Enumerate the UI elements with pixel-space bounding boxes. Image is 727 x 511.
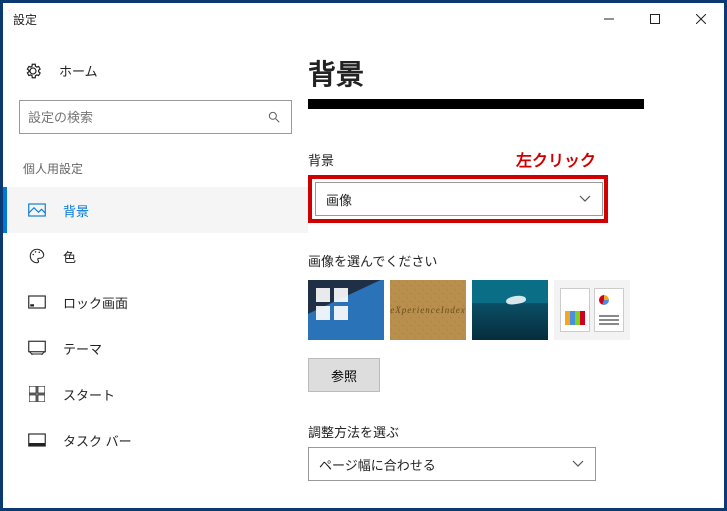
sidebar-section-label: 個人用設定 [3, 152, 308, 187]
close-button[interactable] [678, 3, 724, 35]
background-field-label: 背景 [308, 150, 334, 169]
home-button[interactable]: ホーム [3, 55, 308, 86]
fit-method-label: 調整方法を選ぶ [308, 422, 700, 441]
chart-sheet-icon [594, 288, 624, 332]
sidebar-item-label: 色 [63, 247, 76, 266]
sidebar-item-color[interactable]: 色 [3, 233, 308, 279]
sidebar-item-label: 背景 [63, 201, 89, 220]
maximize-button[interactable] [632, 3, 678, 35]
settings-search[interactable] [19, 100, 292, 134]
maximize-icon [650, 14, 660, 24]
chart-sheet-icon [560, 288, 590, 332]
search-icon [265, 110, 283, 124]
sidebar: ホーム 個人用設定 背景 色 [3, 35, 308, 508]
sidebar-item-start[interactable]: スタート [3, 371, 308, 417]
wallpaper-thumb-ocean[interactable] [472, 280, 548, 340]
wallpaper-thumb-cork[interactable]: eXperienceIndex [390, 280, 466, 340]
background-type-dropdown[interactable]: 画像 [315, 182, 603, 216]
settings-window: 設定 ホーム [0, 0, 727, 511]
wallpaper-thumb-charts[interactable] [554, 280, 630, 340]
tutorial-annotation: 左クリック [516, 147, 596, 171]
taskbar-icon [27, 433, 47, 447]
sidebar-item-taskbar[interactable]: タスク バー [3, 417, 308, 463]
window-controls [586, 3, 724, 35]
home-label: ホーム [59, 61, 98, 80]
content-pane: 背景 背景 左クリック 画像 画像を選んでください eXperienceInde… [308, 35, 724, 508]
tutorial-highlight: 画像 [308, 175, 608, 223]
palette-icon [27, 247, 47, 265]
sidebar-item-label: テーマ [63, 339, 102, 358]
choose-image-label: 画像を選んでください [308, 251, 700, 270]
window-body: ホーム 個人用設定 背景 色 [3, 35, 724, 508]
minimize-button[interactable] [586, 3, 632, 35]
close-icon [696, 14, 706, 24]
chevron-down-icon [578, 195, 592, 203]
sidebar-item-background[interactable]: 背景 [3, 187, 308, 233]
sidebar-item-label: タスク バー [63, 431, 132, 450]
lockscreen-icon [27, 295, 47, 309]
wallpaper-thumb-windows10[interactable] [308, 280, 384, 340]
title-underline [308, 99, 644, 109]
sidebar-item-lockscreen[interactable]: ロック画面 [3, 279, 308, 325]
picture-icon [27, 203, 47, 217]
theme-icon [27, 340, 47, 356]
window-title: 設定 [3, 11, 37, 28]
dropdown-value: ページ幅に合わせる [319, 455, 436, 474]
wallpaper-cork-text: eXperienceIndex [390, 280, 466, 340]
browse-button[interactable]: 参照 [308, 358, 380, 392]
page-title: 背景 [308, 53, 700, 93]
search-input[interactable] [28, 110, 265, 125]
wallpaper-thumbnails: eXperienceIndex [308, 280, 700, 340]
sidebar-item-label: ロック画面 [63, 293, 128, 312]
dropdown-value: 画像 [326, 190, 352, 209]
sidebar-item-themes[interactable]: テーマ [3, 325, 308, 371]
chevron-down-icon [571, 460, 585, 468]
sidebar-item-label: スタート [63, 385, 115, 404]
minimize-icon [604, 14, 614, 24]
titlebar: 設定 [3, 3, 724, 35]
gear-icon [23, 62, 43, 80]
start-icon [27, 386, 47, 402]
fit-method-dropdown[interactable]: ページ幅に合わせる [308, 447, 596, 481]
